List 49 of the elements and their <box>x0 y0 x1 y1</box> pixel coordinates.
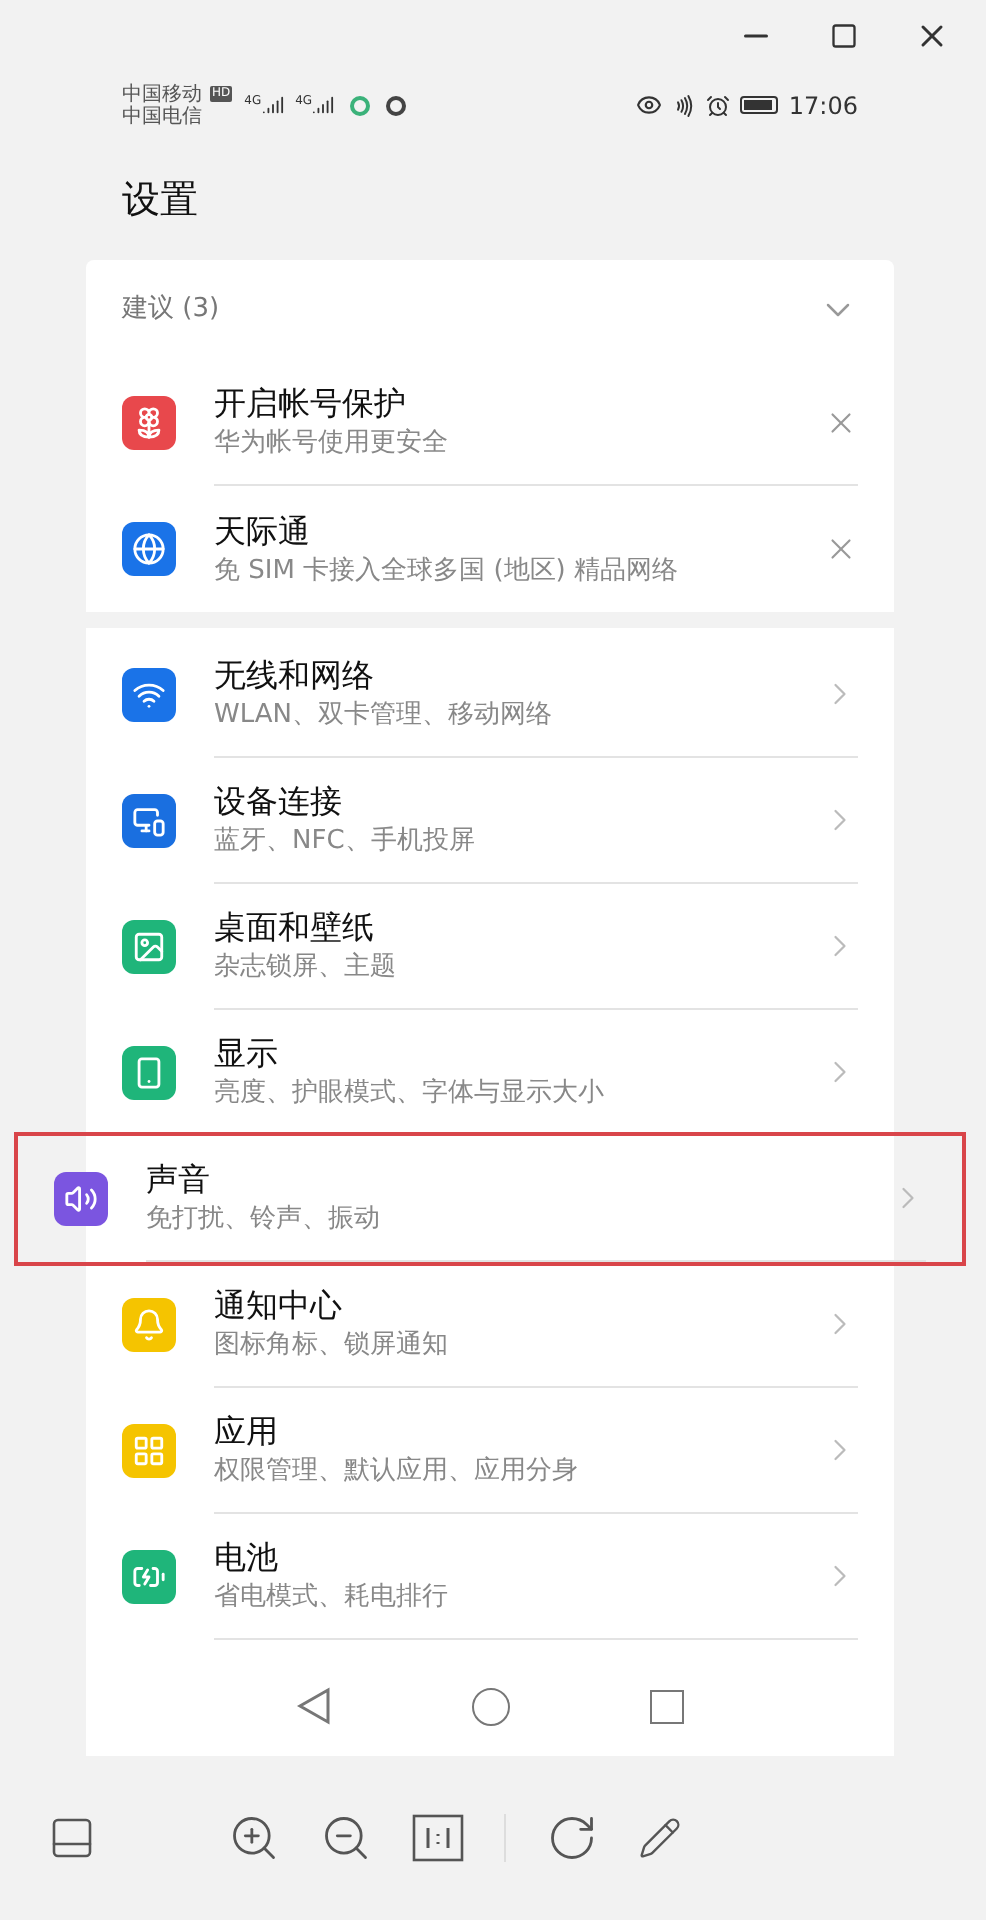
row-title: 显示 <box>214 1032 280 1074</box>
section-title: 建议 (3) <box>122 292 220 329</box>
recents-icon[interactable] <box>650 1689 684 1723</box>
row-subtitle: 杂志锁屏、主题 <box>214 950 398 986</box>
row-subtitle: 华为帐号使用更安全 <box>214 426 450 462</box>
clock-time: 17:06 <box>788 89 858 123</box>
zoom-out-icon[interactable] <box>320 1812 372 1864</box>
carrier-label: 中国电信 <box>122 105 202 127</box>
settings-row[interactable]: 设备连接 蓝牙、NFC、手机投屏 <box>86 758 894 884</box>
settings-row[interactable]: 桌面和壁纸 杂志锁屏、主题 <box>86 884 894 1010</box>
maximize-icon[interactable] <box>830 21 858 49</box>
row-subtitle: 权限管理、默认应用、应用分身 <box>214 1454 580 1490</box>
row-title: 天际通 <box>214 509 312 551</box>
row-subtitle: 省电模式、耗电排行 <box>214 1580 450 1616</box>
row-title: 声音 <box>146 1158 212 1200</box>
row-subtitle: 免 SIM 卡接入全球多国 (地区) 精品网络 <box>214 553 680 589</box>
edit-icon[interactable] <box>638 1816 682 1860</box>
settings-row[interactable]: 应用 权限管理、默认应用、应用分身 <box>86 1388 894 1514</box>
settings-row[interactable]: 天际通 免 SIM 卡接入全球多国 (地区) 精品网络 <box>86 486 894 612</box>
settings-row[interactable]: 电池 省电模式、耗电排行 <box>86 1514 894 1640</box>
row-title: 应用 <box>214 1410 280 1452</box>
signal-icon <box>312 94 335 116</box>
row-subtitle: 亮度、护眼模式、字体与显示大小 <box>214 1076 606 1112</box>
back-icon[interactable] <box>296 1686 332 1726</box>
row-title: 设备连接 <box>214 780 344 822</box>
row-subtitle: 免打扰、铃声、振动 <box>146 1202 382 1238</box>
eye-icon <box>636 92 663 118</box>
thumbnails-icon[interactable] <box>48 1814 96 1862</box>
row-subtitle: 图标角标、锁屏通知 <box>214 1328 450 1364</box>
row-title: 通知中心 <box>214 1284 344 1326</box>
zoom-in-icon[interactable] <box>228 1812 280 1864</box>
row-subtitle: 蓝牙、NFC、手机投屏 <box>214 824 477 860</box>
home-icon[interactable] <box>472 1687 510 1725</box>
carrier-label: 中国移动 <box>122 83 202 105</box>
page-title: 设置 <box>122 175 198 226</box>
settings-row[interactable]: 开启帐号保护 华为帐号使用更安全 <box>86 360 894 486</box>
row-title: 电池 <box>214 1536 280 1578</box>
settings-row[interactable]: 无线和网络 WLAN、双卡管理、移动网络 <box>86 632 894 758</box>
actual-size-icon[interactable] <box>412 1814 464 1862</box>
alarm-icon <box>706 93 731 117</box>
battery-status-icon <box>740 96 779 114</box>
settings-row[interactable]: 声音 免打扰、铃声、振动 <box>18 1136 962 1262</box>
row-title: 无线和网络 <box>214 654 376 696</box>
row-title: 开启帐号保护 <box>214 382 408 424</box>
row-subtitle: WLAN、双卡管理、移动网络 <box>214 698 555 734</box>
row-title: 桌面和壁纸 <box>214 906 376 948</box>
rotate-icon[interactable] <box>546 1812 598 1864</box>
settings-row[interactable]: 通知中心 图标角标、锁屏通知 <box>86 1262 894 1388</box>
settings-row[interactable]: 显示 亮度、护眼模式、字体与显示大小 <box>86 1010 894 1136</box>
